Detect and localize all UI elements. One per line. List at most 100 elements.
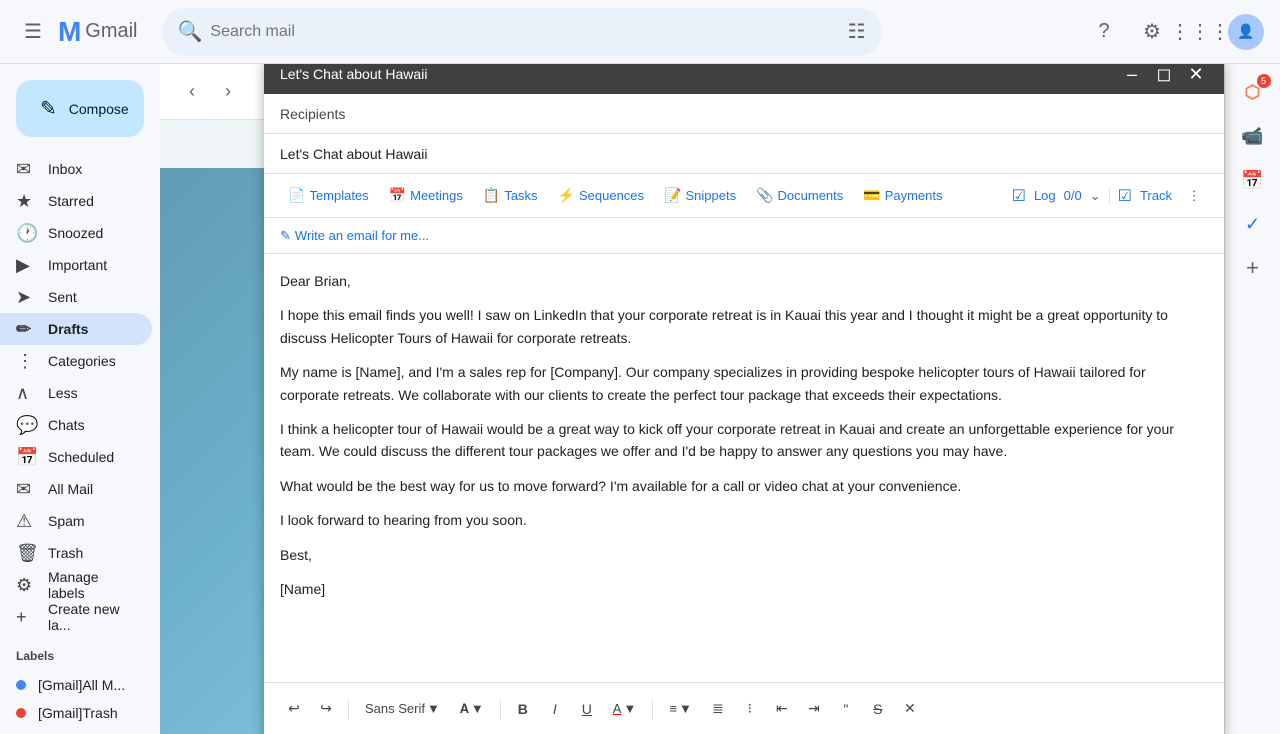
- calendar-logo: 📅: [1241, 170, 1263, 191]
- ai-row: ✎ Write an email for me...: [264, 218, 1224, 254]
- sidebar-item-label: Important: [48, 257, 136, 273]
- maximize-button[interactable]: ◻: [1152, 64, 1176, 86]
- gmail-logo: M Gmail: [58, 16, 138, 48]
- sidebar-item-all-mail[interactable]: ✉ All Mail: [0, 473, 152, 505]
- font-family-dropdown[interactable]: Sans Serif ▼: [357, 697, 448, 720]
- blockquote-button[interactable]: ": [832, 695, 860, 723]
- sidebar-item-starred[interactable]: ★ Starred: [0, 185, 152, 217]
- toolbar-sequences[interactable]: ⚡ Sequences: [550, 183, 653, 208]
- tasks-right-icon[interactable]: ✓: [1233, 204, 1273, 244]
- unordered-list-button[interactable]: ⁝: [736, 695, 764, 723]
- hamburger-menu-icon[interactable]: ☰: [16, 11, 50, 52]
- indent-more-button[interactable]: ⇥: [800, 695, 828, 723]
- italic-button[interactable]: I: [541, 695, 569, 723]
- ai-link-text: Write an email for me...: [295, 228, 429, 243]
- nav-back-button[interactable]: ‹: [176, 76, 208, 108]
- sidebar-item-label: Categories: [48, 353, 136, 369]
- toolbar-payments[interactable]: 💳 Payments: [855, 183, 950, 208]
- plus-logo: +: [1246, 255, 1259, 281]
- help-button[interactable]: ?: [1084, 12, 1124, 52]
- bold-button[interactable]: B: [509, 695, 537, 723]
- nav-forward-button[interactable]: ›: [212, 76, 244, 108]
- subject-input[interactable]: [280, 146, 1208, 162]
- font-color-dropdown[interactable]: A ▼: [605, 697, 645, 720]
- meet-icon[interactable]: 📹: [1233, 116, 1273, 156]
- indent-less-button[interactable]: ⇤: [768, 695, 796, 723]
- sidebar-item-spam[interactable]: ⚠ Spam: [0, 505, 152, 537]
- toolbar-snippets[interactable]: 📝 Snippets: [656, 183, 744, 208]
- ai-write-link[interactable]: ✎ Write an email for me...: [280, 228, 429, 244]
- search-filter-icon[interactable]: ☷: [848, 19, 866, 44]
- toolbar-templates[interactable]: 📄 Templates: [280, 183, 377, 208]
- track-checkbox-icon[interactable]: ☑: [1118, 186, 1132, 206]
- sidebar-item-label: Snoozed: [48, 225, 136, 241]
- font-size-dropdown[interactable]: 𝐀 ▼: [452, 697, 492, 721]
- sidebar-item-trash[interactable]: 🗑 Trash: [0, 537, 152, 569]
- minimize-button[interactable]: –: [1120, 64, 1144, 86]
- log-dropdown-icon[interactable]: ⌄: [1090, 188, 1101, 204]
- search-input[interactable]: [210, 23, 839, 41]
- topbar: ☰ M Gmail 🔍 ☷ ? ⚙ ⋮⋮⋮ 👤: [0, 0, 1280, 64]
- sidebar-item-label: Chats: [48, 417, 136, 433]
- compose-button[interactable]: ✎ Compose: [16, 80, 144, 137]
- toolbar-meetings[interactable]: 📅 Meetings: [381, 183, 471, 208]
- label-gmail-trash[interactable]: [Gmail]Trash: [0, 699, 152, 727]
- sidebar-item-important[interactable]: ▶ Important: [0, 249, 152, 281]
- underline-button[interactable]: U: [573, 695, 601, 723]
- toolbar-documents[interactable]: 📎 Documents: [748, 183, 851, 208]
- sidebar-item-less[interactable]: ∧ Less: [0, 377, 152, 409]
- topbar-right: ? ⚙ ⋮⋮⋮ 👤: [1084, 12, 1264, 52]
- track-label: Track: [1140, 188, 1172, 203]
- compose-header: Let's Chat about Hawaii – ◻ ✕: [264, 64, 1224, 94]
- settings-button[interactable]: ⚙: [1132, 12, 1172, 52]
- body-paragraph-greeting: Dear Brian,: [280, 270, 1208, 292]
- toolbar-tasks[interactable]: 📋 Tasks: [475, 183, 546, 208]
- label-gmail-all-mail[interactable]: [Gmail]All M...: [0, 671, 152, 699]
- more-options-button[interactable]: ⋮: [1180, 182, 1208, 210]
- format-separator-3: [652, 699, 653, 719]
- sidebar-item-label: Manage labels: [48, 569, 136, 601]
- create-label-icon: +: [16, 607, 36, 628]
- apps-button[interactable]: ⋮⋮⋮: [1180, 12, 1220, 52]
- redo-button[interactable]: ↪: [312, 695, 340, 723]
- ordered-list-button[interactable]: ≣: [704, 695, 732, 723]
- calendar-icon[interactable]: 📅: [1233, 160, 1273, 200]
- search-bar[interactable]: 🔍 ☷: [162, 8, 882, 56]
- close-button[interactable]: ✕: [1184, 64, 1208, 86]
- drafts-icon: ✏: [16, 319, 36, 340]
- important-icon: ▶: [16, 255, 36, 276]
- sidebar-item-label: Less: [48, 385, 136, 401]
- meet-logo: 📹: [1241, 126, 1263, 147]
- sidebar-item-label: All Mail: [48, 481, 136, 497]
- sidebar-item-categories[interactable]: ⋮ Categories: [0, 345, 152, 377]
- sidebar-item-create-label[interactable]: + Create new la...: [0, 601, 152, 633]
- documents-icon: 📎: [756, 187, 773, 204]
- compose-toolbar: 📄 Templates 📅 Meetings 📋 Tasks ⚡ Sequenc…: [264, 174, 1224, 218]
- sidebar-item-snoozed[interactable]: 🕐 Snoozed: [0, 217, 152, 249]
- clear-formatting-button[interactable]: ✕: [896, 695, 924, 723]
- sidebar-item-inbox[interactable]: ✉ Inbox: [0, 153, 152, 185]
- strikethrough-button[interactable]: S: [864, 695, 892, 723]
- compose-body[interactable]: Dear Brian, I hope this email finds you …: [264, 254, 1224, 682]
- plus-icon[interactable]: +: [1233, 248, 1273, 288]
- less-icon: ∧: [16, 383, 36, 404]
- recipients-field[interactable]: Recipients: [264, 94, 1224, 134]
- sidebar-item-chats[interactable]: 💬 Chats: [0, 409, 152, 441]
- subject-field[interactable]: [264, 134, 1224, 174]
- font-family-chevron: ▼: [427, 701, 440, 716]
- formatting-bar: ↩ ↪ Sans Serif ▼ 𝐀 ▼ B I U A ▼: [264, 682, 1224, 734]
- sidebar-item-sent[interactable]: ➤ Sent: [0, 281, 152, 313]
- undo-button[interactable]: ↩: [280, 695, 308, 723]
- avatar[interactable]: 👤: [1228, 14, 1264, 50]
- tasks-icon: 📋: [483, 187, 500, 204]
- sidebar-item-manage-labels[interactable]: ⚙ Manage labels: [0, 569, 152, 601]
- hubspot-icon[interactable]: ⬡ 5: [1233, 72, 1273, 112]
- sidebar-item-drafts[interactable]: ✏ Drafts: [0, 313, 152, 345]
- recipients-label: Recipients: [280, 106, 345, 122]
- sidebar-item-scheduled[interactable]: 📅 Scheduled: [0, 441, 152, 473]
- align-dropdown[interactable]: ≡ ▼: [661, 697, 699, 720]
- recipients-input[interactable]: [353, 106, 1208, 122]
- logo-text: Gmail: [85, 20, 137, 43]
- log-checkbox-icon[interactable]: ☑: [1012, 186, 1026, 206]
- body-paragraph-name: [Name]: [280, 578, 1208, 600]
